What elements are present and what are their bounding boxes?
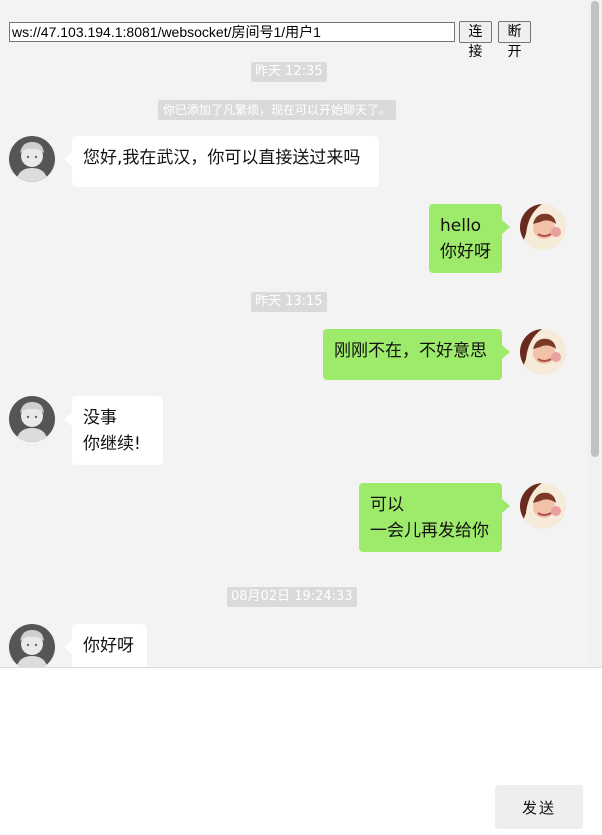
- message-bubble-received[interactable]: 你好呀: [64, 624, 147, 667]
- message-text: 没事: [83, 408, 117, 428]
- disconnect-button[interactable]: 断开: [498, 21, 531, 60]
- message-text: 刚刚不在，不好意思: [334, 341, 487, 361]
- connect-button[interactable]: 连接: [459, 21, 492, 60]
- message-text: 可以: [370, 495, 404, 515]
- girl-avatar-icon[interactable]: [520, 483, 566, 529]
- composer: 发送: [0, 667, 602, 835]
- chat-window: 连接 断开 昨天 12:35 你已添加了凡繁烦，现在可以开始聊天了。 您好,我在…: [0, 0, 602, 835]
- message-input[interactable]: [0, 668, 602, 782]
- message-text: hello: [440, 216, 482, 236]
- timestamp: 08月02日 19:24:33: [227, 587, 357, 607]
- message-text: 您好,我在武汉，你可以直接送过来吗: [83, 148, 361, 168]
- message-bubble-received[interactable]: 没事 你继续!: [64, 396, 163, 465]
- websocket-url-input[interactable]: [9, 22, 455, 42]
- system-notice: 你已添加了凡繁烦，现在可以开始聊天了。: [158, 100, 397, 120]
- message-bubble-received[interactable]: 您好,我在武汉，你可以直接送过来吗: [64, 136, 379, 187]
- message-text: 你继续!: [83, 434, 141, 454]
- chat-scrollbar[interactable]: [588, 0, 602, 667]
- girl-avatar-icon[interactable]: [520, 204, 566, 250]
- message-text: 你好呀: [83, 636, 134, 656]
- scrollbar-thumb[interactable]: [591, 1, 599, 457]
- timestamp: 昨天 12:35: [251, 62, 327, 82]
- message-bubble-sent[interactable]: 刚刚不在，不好意思: [323, 329, 510, 380]
- connection-bar: 连接 断开: [0, 0, 602, 60]
- boy-avatar-icon[interactable]: [9, 136, 55, 182]
- message-text: 你好呀: [440, 242, 491, 262]
- message-text: 一会儿再发给你: [370, 521, 489, 541]
- boy-avatar-icon[interactable]: [9, 624, 55, 667]
- message-list[interactable]: 昨天 12:35 你已添加了凡繁烦，现在可以开始聊天了。 您好,我在武汉，你可以…: [0, 50, 588, 667]
- timestamp: 昨天 13:15: [251, 292, 327, 312]
- boy-avatar-icon[interactable]: [9, 396, 55, 442]
- send-button[interactable]: 发送: [495, 785, 583, 829]
- message-bubble-sent[interactable]: 可以 一会儿再发给你: [359, 483, 510, 552]
- message-bubble-sent[interactable]: hello 你好呀: [429, 204, 510, 273]
- girl-avatar-icon[interactable]: [520, 329, 566, 375]
